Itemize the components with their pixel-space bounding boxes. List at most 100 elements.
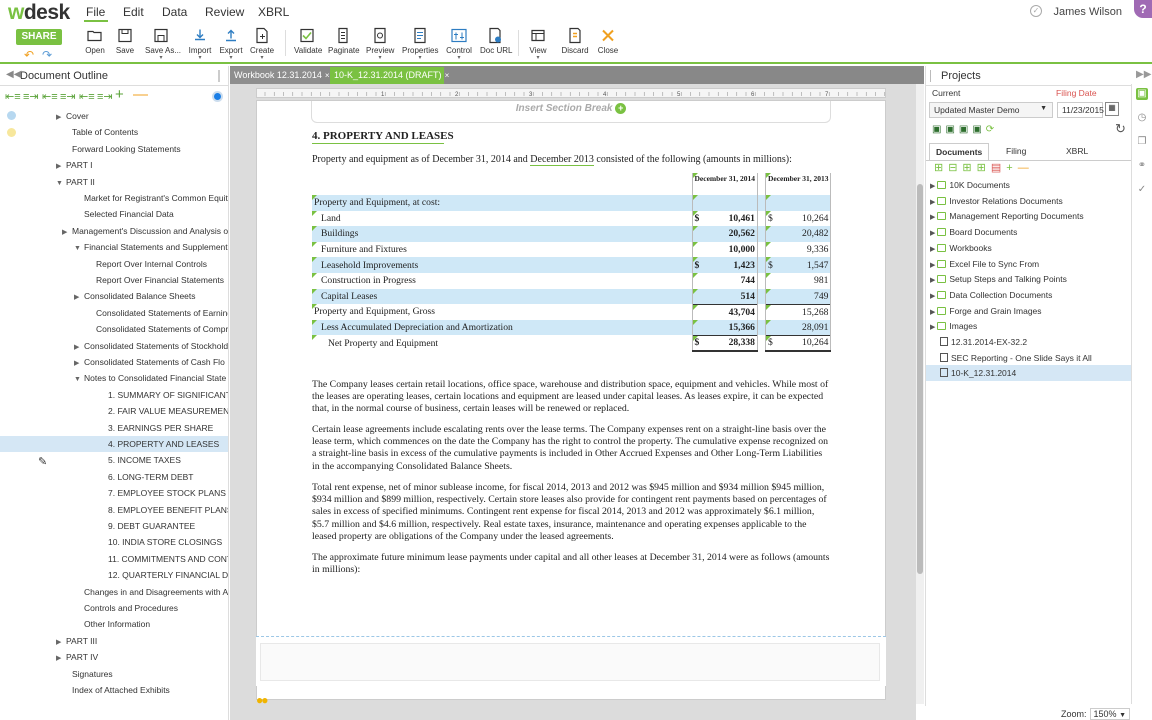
- expand-arrow-icon[interactable]: ▶: [930, 246, 935, 253]
- outline-item[interactable]: ▼ Financial Statements and Supplementary: [0, 239, 228, 255]
- status-dot-icon[interactable]: [212, 91, 223, 102]
- table-row[interactable]: Construction in Progress 744 981: [312, 272, 832, 289]
- value-2013[interactable]: $1,547: [764, 257, 832, 273]
- outdent-icon[interactable]: ⇤≡: [5, 90, 21, 103]
- collapse-arrow-icon[interactable]: ▼: [74, 372, 84, 386]
- value-2014[interactable]: 20,562: [691, 226, 758, 242]
- outline-item[interactable]: ▼ Notes to Consolidated Financial State: [0, 370, 228, 386]
- table-row[interactable]: Capital Leases 514 749: [312, 288, 832, 305]
- tab-documents[interactable]: Documents: [929, 143, 990, 161]
- expand-arrow-icon[interactable]: ▶: [74, 340, 84, 354]
- outline-item[interactable]: Changes in and Disagreements with Acc: [0, 584, 228, 600]
- outline-item[interactable]: 2. FAIR VALUE MEASUREMENTS: [0, 403, 228, 419]
- folder-item[interactable]: ▶ Workbooks: [926, 240, 1132, 256]
- outline-item[interactable]: 4. PROPERTY AND LEASES: [0, 436, 228, 452]
- expand-arrow-icon[interactable]: ▶: [930, 262, 935, 269]
- table-row[interactable]: Property and Equipment, Gross 43,704 15,26…: [312, 303, 832, 320]
- outline-item[interactable]: 6. LONG-TERM DEBT: [0, 469, 228, 485]
- ruler[interactable]: 1 2 3 4 5 6 7: [256, 88, 886, 98]
- add-icon[interactable]: +: [115, 86, 124, 103]
- row-label[interactable]: Furniture and Fixtures: [312, 241, 692, 258]
- close-button[interactable]: Close: [596, 27, 620, 55]
- check-icon[interactable]: ✓: [1030, 5, 1042, 17]
- help-button[interactable]: ?: [1134, 0, 1152, 18]
- value-2014[interactable]: 744: [691, 272, 758, 289]
- insert-section-break-button[interactable]: Insert Section Break +: [311, 101, 831, 123]
- folder-item[interactable]: ▶ Board Documents: [926, 224, 1132, 240]
- value-2013[interactable]: $10,264: [764, 210, 832, 227]
- intro-paragraph[interactable]: Property and equipment as of December 31…: [312, 154, 792, 166]
- outline-item[interactable]: ▼ PART II: [0, 174, 228, 190]
- expand-arrow-icon[interactable]: ▶: [930, 214, 935, 221]
- outline-item[interactable]: Signatures: [0, 666, 228, 682]
- expand-arrow-icon[interactable]: ▶: [930, 309, 935, 316]
- table-row[interactable]: Leasehold Improvements $1,423 $1,547: [312, 257, 832, 273]
- property-equipment-table[interactable]: December 31, 2014 December 31, 2013 Prop…: [312, 173, 832, 352]
- expand-arrow-icon[interactable]: ▶: [56, 635, 66, 649]
- section-title[interactable]: 4. PROPERTY AND LEASES: [312, 130, 454, 142]
- folder-item[interactable]: ▶ Excel File to Sync From: [926, 256, 1132, 272]
- value-2014[interactable]: 43,704: [691, 303, 758, 320]
- expand-right-icon[interactable]: ▶▶: [1136, 69, 1151, 80]
- outline-item[interactable]: ▶ PART III: [0, 633, 228, 649]
- folder-item[interactable]: ▶ Setup Steps and Talking Points: [926, 271, 1132, 287]
- collapse-left-icon[interactable]: ◀◀: [6, 69, 21, 80]
- expand-arrow-icon[interactable]: ▶: [930, 183, 935, 190]
- table-row[interactable]: Less Accumulated Depreciation and Amorti…: [312, 319, 832, 336]
- calendar-icon[interactable]: ▦: [1105, 102, 1119, 116]
- filing-date-input[interactable]: 11/23/2015: [1057, 102, 1104, 118]
- document-page[interactable]: Insert Section Break + 4. PROPERTY AND L…: [256, 100, 886, 700]
- row-label[interactable]: Net Property and Equipment: [312, 335, 692, 351]
- collapse-arrow-icon[interactable]: ▼: [74, 241, 84, 255]
- row-label[interactable]: Construction in Progress: [312, 272, 692, 289]
- document-scrollbar[interactable]: [916, 84, 924, 704]
- outline-item[interactable]: 11. COMMITMENTS AND CONTII: [0, 551, 228, 567]
- outline-item[interactable]: Forward Looking Statements: [0, 141, 228, 157]
- folder-item[interactable]: ▶ Data Collection Documents: [926, 287, 1132, 303]
- scrollbar-thumb[interactable]: [917, 184, 923, 574]
- discard-button[interactable]: Discard: [561, 27, 589, 55]
- value-2014[interactable]: $1,423: [691, 257, 758, 273]
- remove-icon[interactable]: —: [133, 86, 148, 103]
- table-row[interactable]: Buildings 20,562 20,482: [312, 226, 832, 242]
- panel-grip-icon[interactable]: [930, 70, 931, 82]
- outline-item[interactable]: ▶ Consolidated Balance Sheets: [0, 288, 228, 304]
- row-label[interactable]: Land: [312, 210, 692, 227]
- lease-paragraph-3[interactable]: Total rent expense, net of minor subleas…: [312, 482, 832, 543]
- value-2014[interactable]: $10,461: [691, 210, 758, 227]
- value-2014[interactable]: 10,000: [691, 241, 758, 258]
- collapse-arrow-icon[interactable]: ▼: [56, 176, 66, 190]
- user-name[interactable]: James Wilson: [1054, 6, 1122, 18]
- panel-grip-icon[interactable]: [218, 70, 220, 82]
- create-button[interactable]: Create ▾: [250, 27, 274, 61]
- zoom-select[interactable]: 150% ▼: [1089, 708, 1130, 720]
- outline-item[interactable]: 5. INCOME TAXES: [0, 452, 228, 468]
- lease-paragraph-2[interactable]: Certain lease agreements include escalat…: [312, 424, 832, 473]
- outline-item[interactable]: 3. EARNINGS PER SHARE: [0, 420, 228, 436]
- table-row[interactable]: Property and Equipment, at cost:: [312, 195, 832, 211]
- outline-item[interactable]: Consolidated Statements of Compreh: [0, 321, 228, 337]
- folder-item[interactable]: ▶ Images: [926, 318, 1132, 334]
- outline-item[interactable]: Other Information: [0, 616, 228, 632]
- document-item[interactable]: SEC Reporting - One Slide Says it All: [926, 350, 1132, 366]
- outline-item[interactable]: Index of Attached Exhibits: [0, 682, 228, 698]
- outline-item[interactable]: Table of Contents: [0, 124, 228, 140]
- row-label[interactable]: Buildings: [312, 226, 692, 242]
- documents-toolbar[interactable]: ⊞⊟⊞⊞▤+—: [934, 161, 1034, 174]
- outline-item[interactable]: ▶ Consolidated Statements of Stockhold: [0, 338, 228, 354]
- validate-button[interactable]: Validate: [294, 27, 322, 55]
- expand-arrow-icon[interactable]: ▶: [930, 230, 935, 237]
- tab-workbook[interactable]: Workbook 12.31.2014 ×: [230, 67, 330, 84]
- outline-item[interactable]: 9. DEBT GUARANTEE: [0, 518, 228, 534]
- table-row[interactable]: Net Property and Equipment $28,338 $10,264: [312, 334, 832, 352]
- value-2014[interactable]: $28,338: [691, 334, 758, 352]
- outline-item[interactable]: ▶ PART IV: [0, 649, 228, 665]
- value-2014[interactable]: 514: [691, 288, 758, 305]
- tab-xbrl[interactable]: XBRL: [1060, 143, 1094, 159]
- value-2013[interactable]: 28,091: [764, 319, 832, 336]
- expand-arrow-icon[interactable]: ▶: [62, 225, 72, 239]
- menu-data[interactable]: Data: [162, 5, 187, 19]
- menu-edit[interactable]: Edit: [123, 5, 144, 19]
- value-2014[interactable]: [691, 195, 758, 211]
- copy-icon[interactable]: ❐: [1136, 136, 1148, 148]
